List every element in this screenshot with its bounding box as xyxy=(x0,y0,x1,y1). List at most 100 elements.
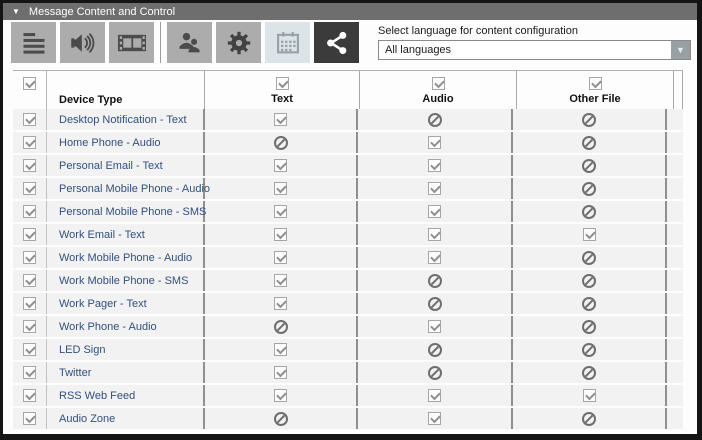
audio-checkbox[interactable] xyxy=(428,251,441,264)
text-checkbox[interactable] xyxy=(274,113,287,126)
text-checkbox[interactable] xyxy=(274,366,287,379)
other-file-state-cell xyxy=(513,316,667,337)
collapse-arrow-icon[interactable]: ▼ xyxy=(12,8,20,16)
other-file-state-cell xyxy=(513,247,667,268)
other-file-blocked-icon xyxy=(582,274,596,288)
chevron-down-icon: ▼ xyxy=(676,46,685,55)
text-checkbox[interactable] xyxy=(274,205,287,218)
device-type-label: Personal Mobile Phone - Audio xyxy=(59,183,210,195)
row-select-checkbox[interactable] xyxy=(23,251,36,264)
toolbar-button-speaker[interactable] xyxy=(60,22,105,63)
text-checkbox[interactable] xyxy=(274,343,287,356)
audio-checkbox[interactable] xyxy=(428,205,441,218)
section-header[interactable]: ▼ Message Content and Control xyxy=(3,3,697,20)
audio-blocked-icon xyxy=(428,274,442,288)
row-select-checkbox[interactable] xyxy=(23,412,36,425)
table-row: Audio Zone xyxy=(13,408,683,429)
other-file-state-cell xyxy=(513,224,667,245)
row-select-checkbox[interactable] xyxy=(23,297,36,310)
text-checkbox[interactable] xyxy=(274,182,287,195)
table-row: RSS Web Feed xyxy=(13,385,683,406)
toolbar-button-list[interactable] xyxy=(11,22,56,63)
other-file-blocked-icon xyxy=(582,343,596,357)
text-column-checkbox[interactable] xyxy=(276,77,289,90)
column-header-other-file: Other File xyxy=(569,93,620,105)
toolbar-button-film-strip[interactable] xyxy=(109,22,154,63)
device-type-label: Work Phone - Audio xyxy=(59,321,157,333)
audio-checkbox[interactable] xyxy=(428,228,441,241)
row-select-checkbox[interactable] xyxy=(23,113,36,126)
device-type-label: Personal Mobile Phone - SMS xyxy=(59,206,206,218)
row-select-checkbox[interactable] xyxy=(23,182,36,195)
toolbar-button-gear[interactable] xyxy=(216,22,261,63)
text-blocked-icon xyxy=(274,412,288,426)
table-row: Personal Mobile Phone - SMS xyxy=(13,201,683,222)
device-type-label: Twitter xyxy=(59,367,91,379)
row-select-checkbox[interactable] xyxy=(23,205,36,218)
toolbar-button-share[interactable] xyxy=(314,22,359,63)
audio-checkbox[interactable] xyxy=(428,412,441,425)
device-type-label: RSS Web Feed xyxy=(59,390,135,402)
toolbar-button-calendar[interactable] xyxy=(265,22,310,63)
other-file-blocked-icon xyxy=(582,251,596,265)
audio-checkbox[interactable] xyxy=(428,136,441,149)
row-select-checkbox[interactable] xyxy=(23,136,36,149)
device-type-label: Work Mobile Phone - SMS xyxy=(59,275,188,287)
people-icon xyxy=(175,29,205,57)
text-checkbox[interactable] xyxy=(274,251,287,264)
row-select-checkbox[interactable] xyxy=(23,366,36,379)
audio-checkbox[interactable] xyxy=(428,320,441,333)
film-strip-icon xyxy=(116,29,148,57)
audio-checkbox[interactable] xyxy=(428,182,441,195)
other-file-column-checkbox[interactable] xyxy=(589,77,602,90)
header-device-type-cell: Device Type xyxy=(47,71,205,109)
device-type-label: LED Sign xyxy=(59,344,105,356)
table-row: Desktop Notification - Text xyxy=(13,109,683,130)
header-text-cell: Text xyxy=(205,71,360,109)
text-checkbox[interactable] xyxy=(274,389,287,402)
table-row: Home Phone - Audio xyxy=(13,132,683,153)
text-state-cell xyxy=(205,224,358,245)
audio-column-checkbox[interactable] xyxy=(432,77,445,90)
text-blocked-icon xyxy=(274,136,288,150)
table-header-row: Device Type Text Audio Other File xyxy=(13,71,683,109)
other-file-blocked-icon xyxy=(582,182,596,196)
text-checkbox[interactable] xyxy=(274,228,287,241)
other-file-blocked-icon xyxy=(582,320,596,334)
row-select-checkbox[interactable] xyxy=(23,159,36,172)
table-row: Twitter xyxy=(13,362,683,383)
audio-state-cell xyxy=(358,408,513,429)
row-select-checkbox[interactable] xyxy=(23,228,36,241)
text-state-cell xyxy=(205,316,358,337)
other-file-state-cell xyxy=(513,408,667,429)
toolbar-button-people[interactable] xyxy=(167,22,212,63)
row-select-checkbox[interactable] xyxy=(23,389,36,402)
text-checkbox[interactable] xyxy=(274,159,287,172)
device-type-label: Personal Email - Text xyxy=(59,160,163,172)
other-file-blocked-icon xyxy=(582,159,596,173)
audio-checkbox[interactable] xyxy=(428,159,441,172)
list-icon xyxy=(19,29,49,57)
row-select-checkbox[interactable] xyxy=(23,343,36,356)
text-checkbox[interactable] xyxy=(274,297,287,310)
audio-blocked-icon xyxy=(428,113,442,127)
other-file-checkbox[interactable] xyxy=(583,228,596,241)
row-select-checkbox[interactable] xyxy=(23,274,36,287)
language-select[interactable]: All languages ▼ xyxy=(378,40,691,60)
text-checkbox[interactable] xyxy=(274,274,287,287)
audio-checkbox[interactable] xyxy=(428,389,441,402)
select-all-checkbox[interactable] xyxy=(23,77,36,90)
other-file-state-cell xyxy=(513,362,667,383)
toolbar xyxy=(11,22,363,63)
text-state-cell xyxy=(205,201,358,222)
text-state-cell xyxy=(205,293,358,314)
other-file-blocked-icon xyxy=(582,113,596,127)
audio-state-cell xyxy=(358,385,513,406)
speaker-icon xyxy=(68,29,98,57)
header-other-file-cell: Other File xyxy=(517,71,673,109)
other-file-checkbox[interactable] xyxy=(583,389,596,402)
other-file-blocked-icon xyxy=(582,205,596,219)
row-select-checkbox[interactable] xyxy=(23,320,36,333)
dropdown-arrow-button[interactable]: ▼ xyxy=(671,41,690,59)
audio-state-cell xyxy=(358,339,513,360)
